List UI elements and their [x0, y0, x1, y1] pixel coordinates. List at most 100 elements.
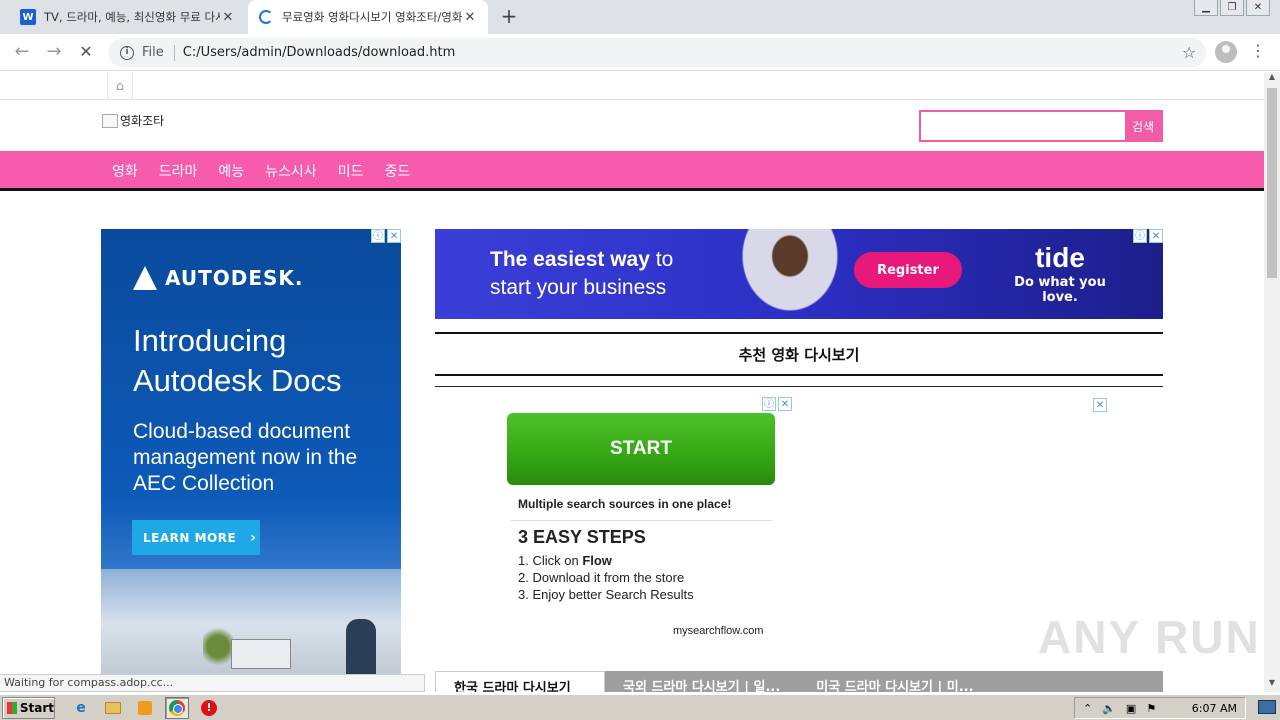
show-desktop-icon[interactable]	[1258, 700, 1276, 714]
site-favicon: W	[20, 9, 36, 25]
start-label: Start	[19, 700, 54, 715]
tab-title: 무료영화 영화다시보기 영화조타/영화	[282, 10, 462, 24]
nav-item-us-drama[interactable]: 미드	[338, 161, 364, 181]
stop-icon[interactable]: !	[197, 697, 221, 719]
office-photo	[101, 569, 401, 679]
ad-close-icon[interactable]: ✕	[1093, 398, 1107, 412]
page-viewport: ⌂ 영화조타 검색 영화 드라마 예능 뉴스시사 미드 중드 ⓘ ✕ AUTOD…	[0, 72, 1264, 692]
folder-icon[interactable]	[101, 697, 125, 719]
bookmark-star-icon[interactable]: ☆	[1182, 43, 1206, 62]
profile-avatar-icon[interactable]	[1215, 41, 1237, 63]
address-bar[interactable]: i File C:/Users/admin/Downloads/download…	[108, 38, 1206, 67]
tab-us-drama[interactable]: 미국 드라마 다시보기 | 미...	[798, 671, 991, 692]
close-tab-icon[interactable]: ✕	[220, 10, 236, 25]
logo-alt-text: 영화조타	[120, 114, 165, 128]
tide-slogan: Do what you love.	[1014, 275, 1106, 305]
woman-photo	[735, 229, 845, 319]
flow-tagline: Multiple search sources in one place!	[518, 497, 732, 511]
url-text[interactable]: C:/Users/admin/Downloads/download.htm	[183, 45, 1182, 60]
banner-line1-bold: The easiest way	[490, 248, 650, 271]
banner-text: The easiest way to start your business	[490, 246, 673, 302]
tide-logo: tide Do what you love.	[995, 241, 1125, 305]
tab-title: TV, 드라마, 예능, 최신영화 무료 다시보기	[44, 10, 220, 24]
divider	[511, 520, 773, 521]
banner-line1-rest: to	[649, 248, 674, 271]
windows-logo-icon	[7, 701, 17, 714]
page-scrollbar[interactable]: ▲ ▼	[1264, 72, 1280, 692]
chrome-icon[interactable]	[165, 696, 189, 719]
tray-expand-icon[interactable]: ⌃	[1083, 702, 1092, 715]
search-button[interactable]: 검색	[1125, 112, 1161, 140]
browser-tab-1[interactable]: W TV, 드라마, 예능, 최신영화 무료 다시보기 ✕	[10, 0, 246, 34]
step-item: 2. Download it from the store	[518, 570, 685, 585]
network-icon[interactable]: ▣	[1126, 702, 1136, 715]
ad-info-icon[interactable]: ⓘ	[371, 229, 385, 243]
loading-spinner-icon	[258, 9, 274, 25]
broken-image-icon	[102, 113, 118, 128]
site-topbar: ⌂	[0, 72, 1264, 100]
tide-ad-banner[interactable]: ⓘ ✕ The easiest way to start your busine…	[435, 229, 1163, 319]
windows-taskbar: Start e ! ⌃ 🔈 ▣ ⚑ 6:07 AM	[0, 694, 1280, 720]
site-logo[interactable]: 영화조타	[102, 112, 164, 129]
ad-close-icon[interactable]: ✕	[778, 397, 792, 411]
back-icon[interactable]: ←	[11, 42, 33, 64]
banner-line2: start your business	[490, 276, 667, 299]
main-nav: 영화 드라마 예능 뉴스시사 미드 중드	[0, 151, 1264, 191]
media-player-icon[interactable]	[133, 697, 157, 719]
start-button[interactable]: Start	[2, 696, 55, 719]
volume-icon[interactable]: 🔈	[1102, 702, 1116, 715]
stop-loading-icon[interactable]: ✕	[75, 42, 97, 64]
monitor-graphic	[231, 639, 291, 669]
ad-headline: Introducing Autodesk Docs	[133, 323, 342, 398]
menu-dots-icon[interactable]: ⋮	[1250, 41, 1266, 60]
scroll-thumb[interactable]	[1267, 88, 1277, 278]
start-button[interactable]: START	[507, 413, 775, 485]
flow-domain: mysearchflow.com	[673, 625, 764, 637]
nav-item-drama[interactable]: 드라마	[159, 161, 198, 181]
window-controls: ▁ ❐ ✕	[1194, 0, 1270, 16]
autodesk-mark-icon	[133, 266, 157, 290]
restore-icon[interactable]: ❐	[1220, 0, 1244, 16]
tab-strip: W TV, 드라마, 예능, 최신영화 무료 다시보기 ✕ 무료영화 영화다시보…	[0, 0, 1280, 34]
nav-item-variety[interactable]: 예능	[218, 161, 244, 181]
ad-info-icon[interactable]: ⓘ	[762, 397, 776, 411]
nav-item-cn-drama[interactable]: 중드	[384, 161, 410, 181]
ie-icon[interactable]: e	[69, 697, 93, 719]
ad-info-icon[interactable]: ⓘ	[1133, 229, 1147, 243]
ad-choices: ⓘ ✕	[1133, 229, 1163, 243]
scroll-down-icon[interactable]: ▼	[1264, 678, 1280, 692]
clock: 6:07 AM	[1191, 701, 1237, 715]
info-icon[interactable]: i	[120, 45, 134, 60]
close-window-icon[interactable]: ✕	[1246, 0, 1270, 16]
new-tab-icon[interactable]: +	[498, 6, 520, 28]
steps-title: 3 EASY STEPS	[518, 527, 646, 547]
url-scheme: File	[142, 45, 164, 60]
browser-tab-2[interactable]: 무료영화 영화다시보기 영화조타/영화 ✕	[248, 0, 488, 34]
ad-close-icon[interactable]: ✕	[1149, 229, 1163, 243]
autodesk-ad[interactable]: ⓘ ✕ AUTODESK. Introducing Autodesk Docs …	[101, 229, 401, 679]
flag-icon[interactable]: ⚑	[1146, 702, 1156, 715]
nav-item-movies[interactable]: 영화	[112, 161, 138, 181]
chevron-right-icon: ›	[250, 529, 257, 546]
tab-foreign-drama[interactable]: 국외 드라마 다시보기 | 일...	[605, 671, 798, 692]
learn-more-button[interactable]: LEARN MORE ›	[132, 520, 260, 555]
search-input[interactable]	[921, 112, 1125, 140]
status-bubble: Waiting for compass.adop.cc...	[0, 674, 425, 692]
step-item: 1. Click on Flow	[518, 553, 612, 568]
tab-korean-drama[interactable]: 한국 드라마 다시보기	[435, 671, 605, 692]
home-icon[interactable]: ⌂	[107, 72, 133, 100]
section-title: 추천 영화 다시보기	[435, 332, 1163, 376]
flow-ad[interactable]: ⓘ ✕ START Multiple search sources in one…	[507, 397, 792, 647]
forward-icon[interactable]: →	[43, 42, 65, 64]
scroll-up-icon[interactable]: ▲	[1264, 72, 1280, 86]
step-item: 3. Enjoy better Search Results	[518, 587, 694, 602]
plant-graphic	[203, 624, 233, 669]
tide-brand: tide	[1035, 242, 1085, 273]
minimize-icon[interactable]: ▁	[1194, 0, 1218, 16]
nav-item-news[interactable]: 뉴스시사	[265, 161, 317, 181]
register-button[interactable]: Register	[854, 252, 962, 288]
system-tray: ⌃ 🔈 ▣ ⚑ 6:07 AM	[1074, 697, 1246, 719]
autodesk-brand: AUTODESK.	[165, 266, 304, 290]
ad-close-icon[interactable]: ✕	[387, 229, 401, 243]
close-tab-icon[interactable]: ✕	[462, 10, 478, 25]
